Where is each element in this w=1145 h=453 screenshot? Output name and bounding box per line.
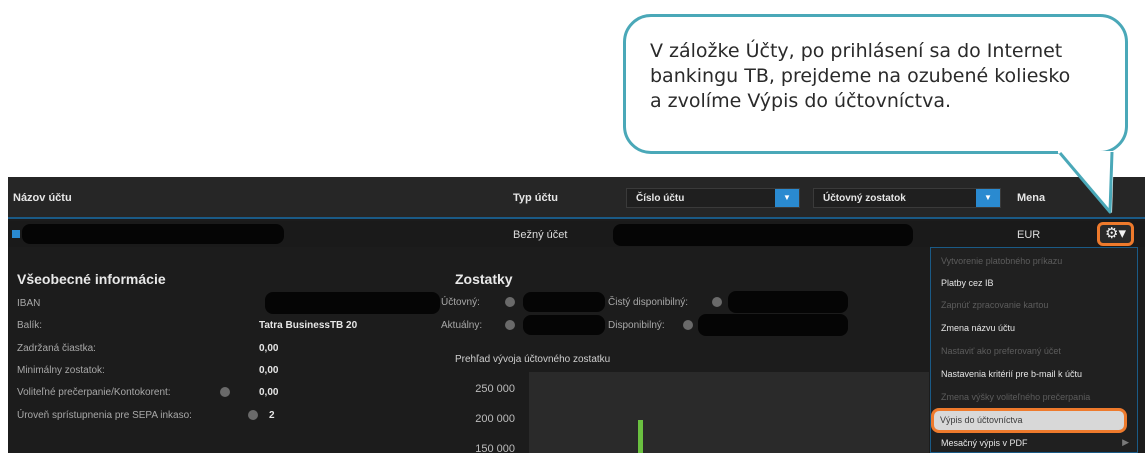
- callout-line-3: a zvolíme Výpis do účtovníctva.: [650, 90, 952, 112]
- package-label: Balík:: [17, 320, 43, 331]
- account-row[interactable]: Bežný účet EUR ⚙▾: [8, 221, 1145, 247]
- account-number-select-label: Číslo účtu: [636, 193, 685, 204]
- balance-select[interactable]: Účtovný zostatok ▼: [813, 188, 1001, 208]
- available-label: Disponibilný:: [608, 320, 665, 331]
- chevron-down-icon: ▼: [976, 189, 1000, 207]
- redacted-account-name: [22, 224, 284, 244]
- redacted-available: [698, 314, 848, 336]
- chevron-down-icon: ▼: [775, 189, 799, 207]
- redacted-current-balance: [523, 315, 605, 335]
- info-icon[interactable]: [505, 297, 515, 307]
- y-tick-label: 150 000: [475, 443, 515, 453]
- net-available-label: Čistý disponibilný:: [608, 297, 689, 308]
- general-info-title: Všeobecné informácie: [17, 271, 166, 287]
- current-balance-label: Aktuálny:: [441, 320, 483, 331]
- min-balance-value: 0,00: [259, 365, 279, 376]
- sepa-level-value: 2: [269, 410, 275, 421]
- menu-item-bmail-criteria[interactable]: Nastavenia kritérií pre b-mail k účtu: [931, 363, 1137, 385]
- info-icon[interactable]: [683, 320, 693, 330]
- overdraft-label: Voliteľné prečerpanie/Kontokorent:: [17, 387, 171, 398]
- info-icon[interactable]: [248, 410, 258, 420]
- menu-item-ib-payments[interactable]: Platby cez IB: [931, 272, 1137, 294]
- redacted-net-available: [728, 291, 848, 313]
- menu-item-rename-account[interactable]: Zmena názvu účtu: [931, 317, 1137, 339]
- sepa-level-label: Úroveň sprístupnenia pre SEPA inkaso:: [17, 410, 192, 421]
- expand-icon[interactable]: [12, 230, 20, 238]
- min-balance-label: Minimálny zostatok:: [17, 365, 105, 376]
- menu-item-set-preferred: Nastaviť ako preferovaný účet: [941, 346, 1061, 356]
- callout-line-1: V záložke Účty, po prihlásení sa do Inte…: [650, 40, 1063, 62]
- redacted-iban: [265, 292, 440, 314]
- gear-icon: ⚙▾: [1105, 225, 1126, 242]
- package-value: Tatra BusinessTB 20: [259, 320, 358, 331]
- header-account-type: Typ účtu: [513, 192, 559, 204]
- header-currency: Mena: [1017, 192, 1046, 204]
- callout-line-2: bankingu TB, prejdeme na ozubené koliesk…: [650, 65, 1071, 87]
- y-tick-label: 200 000: [475, 413, 515, 425]
- menu-item-create-payment: Vytvorenie platobného príkazu: [941, 256, 1063, 266]
- menu-item-monthly-pdf[interactable]: Mesačný výpis v PDF ▶: [931, 432, 1137, 453]
- account-actions-menu: Vytvorenie platobného príkazu Platby cez…: [930, 247, 1138, 453]
- menu-item-accounting-statement[interactable]: Výpis do účtovníctva: [931, 408, 1127, 433]
- accounting-balance-label: Účtovný:: [441, 297, 480, 308]
- chart-title: Prehľad vývoja účtovného zostatku: [455, 354, 611, 365]
- held-amount-label: Zadržaná čiastka:: [17, 343, 96, 354]
- redacted-accounting-balance: [523, 292, 605, 312]
- menu-item-enable-card: Zapnúť zpracovanie kartou: [941, 300, 1049, 310]
- table-header: Názov účtu Typ účtu Číslo účtu ▼ Účtovný…: [8, 177, 1145, 219]
- redacted-account-number: [613, 224, 913, 246]
- iban-label: IBAN: [17, 298, 41, 309]
- chart-bar: [638, 420, 643, 453]
- header-account-name: Názov účtu: [13, 192, 72, 204]
- info-icon[interactable]: [712, 297, 722, 307]
- chevron-right-icon: ▶: [1122, 437, 1129, 447]
- balance-select-label: Účtovný zostatok: [823, 193, 906, 204]
- account-number-select[interactable]: Číslo účtu ▼: [626, 188, 800, 208]
- account-type: Bežný účet: [513, 229, 568, 241]
- y-tick-label: 250 000: [475, 383, 515, 395]
- balances-title: Zostatky: [455, 271, 513, 287]
- chart-plot-area: [529, 372, 929, 453]
- held-amount-value: 0,00: [259, 343, 279, 354]
- info-icon[interactable]: [505, 320, 515, 330]
- menu-item-overdraft-change: Zmena výšky voliteľného prečerpania: [941, 392, 1091, 402]
- instruction-callout: V záložke Účty, po prihlásení sa do Inte…: [623, 14, 1128, 154]
- gear-button[interactable]: ⚙▾: [1097, 222, 1134, 246]
- overdraft-value: 0,00: [259, 387, 279, 398]
- info-icon[interactable]: [220, 387, 230, 397]
- account-currency: EUR: [1017, 229, 1041, 241]
